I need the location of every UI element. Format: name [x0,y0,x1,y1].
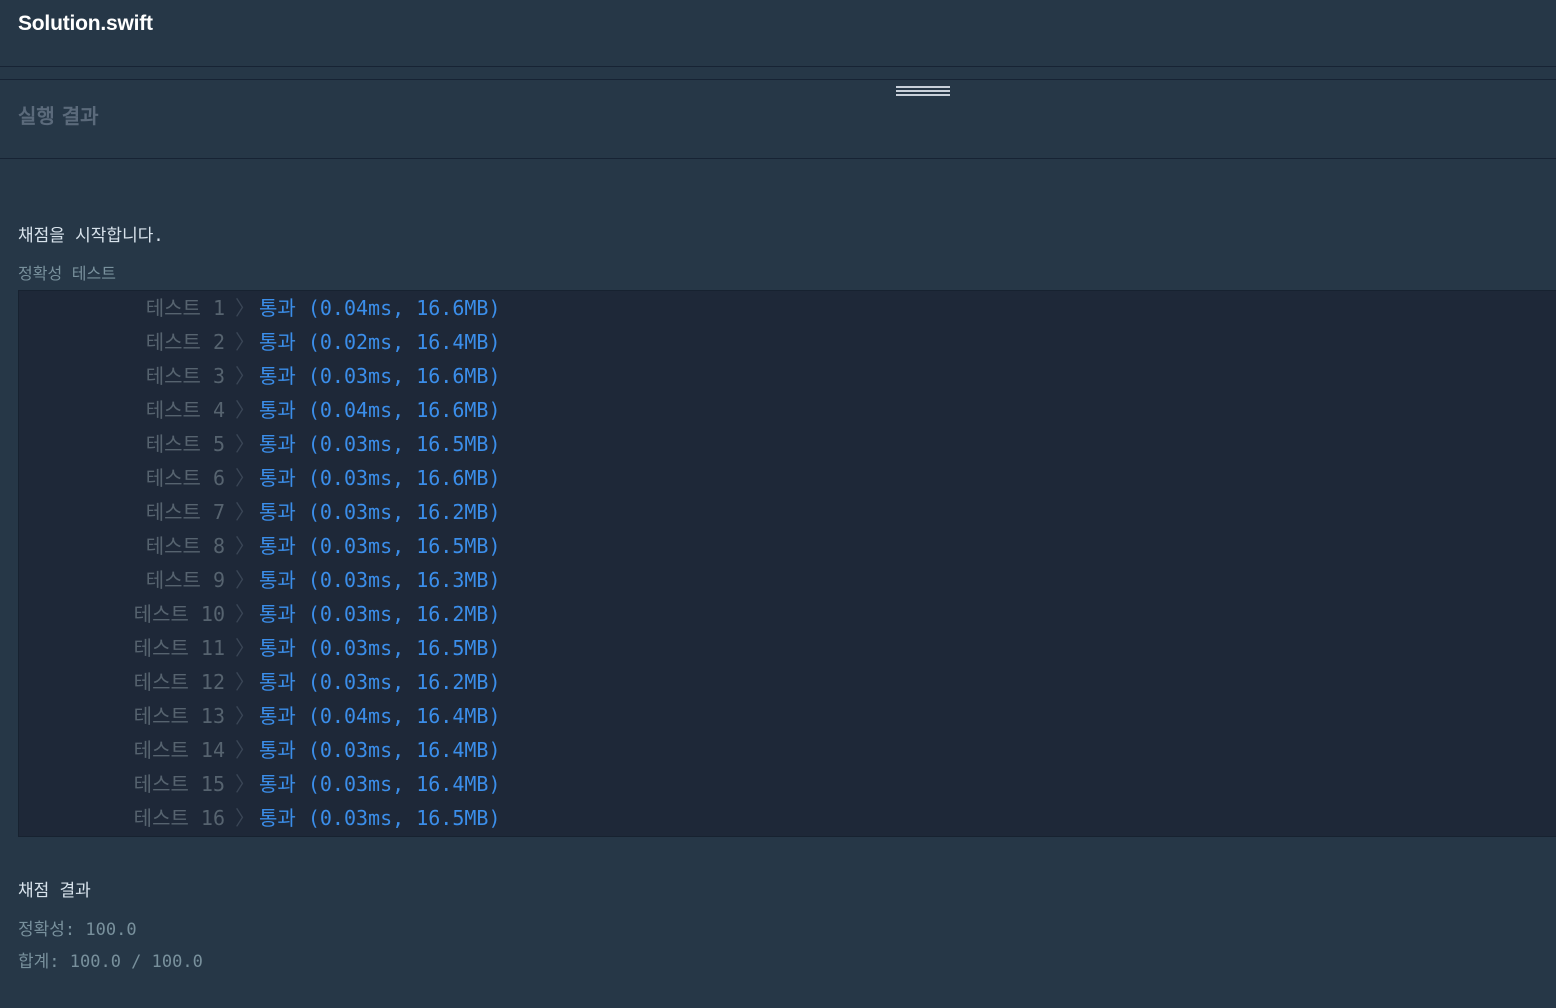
console-output: 채점을 시작합니다. 정확성 테스트 테스트 1 〉 통과 (0.04ms, 16.… [0,159,1556,1008]
test-status: 통과 (0.02ms, 16.4MB) [259,330,501,354]
test-result-row: 테스트 16 〉 통과 (0.03ms, 16.5MB) [19,801,1556,835]
chevron-right-icon: 〉 [235,364,255,388]
test-result-row: 테스트 3 〉 통과 (0.03ms, 16.6MB) [19,359,1556,393]
test-status: 통과 (0.03ms, 16.2MB) [259,670,501,694]
chevron-right-icon: 〉 [235,296,255,320]
test-status: 통과 (0.03ms, 16.6MB) [259,364,501,388]
chevron-right-icon: 〉 [235,534,255,558]
test-status: 통과 (0.03ms, 16.6MB) [259,466,501,490]
chevron-right-icon: 〉 [235,500,255,524]
test-status: 통과 (0.03ms, 16.4MB) [259,772,501,796]
test-label: 테스트 1 [145,296,225,320]
test-status: 통과 (0.03ms, 16.2MB) [259,500,501,524]
chevron-right-icon: 〉 [235,398,255,422]
chevron-right-icon: 〉 [235,466,255,490]
file-name-tab[interactable]: Solution.swift [18,12,153,36]
chevron-right-icon: 〉 [235,602,255,626]
test-result-row: 테스트 6 〉 통과 (0.03ms, 16.6MB) [19,461,1556,495]
test-label: 테스트 12 [133,670,225,694]
test-result-row: 테스트 8 〉 통과 (0.03ms, 16.5MB) [19,529,1556,563]
grading-start-message: 채점을 시작합니다. [18,226,164,246]
test-label: 테스트 14 [133,738,225,762]
test-result-row: 테스트 2 〉 통과 (0.02ms, 16.4MB) [19,325,1556,359]
test-status: 통과 (0.03ms, 16.5MB) [259,534,501,558]
chevron-right-icon: 〉 [235,432,255,456]
test-group-label: 정확성 테스트 [18,264,116,283]
test-status: 통과 (0.03ms, 16.5MB) [259,806,501,830]
test-status: 통과 (0.04ms, 16.4MB) [259,704,501,728]
summary-total: 합계: 100.0 / 100.0 [18,952,203,972]
chevron-right-icon: 〉 [235,330,255,354]
chevron-right-icon: 〉 [235,670,255,694]
test-status: 통과 (0.03ms, 16.3MB) [259,568,501,592]
chevron-right-icon: 〉 [235,738,255,762]
test-label: 테스트 13 [133,704,225,728]
test-label: 테스트 9 [145,568,225,592]
summary-accuracy: 정확성: 100.0 [18,920,137,940]
test-result-row: 테스트 13 〉 통과 (0.04ms, 16.4MB) [19,699,1556,733]
editor-header: Solution.swift [0,0,1556,67]
test-label: 테스트 2 [145,330,225,354]
result-panel-title: 실행 결과 [18,104,99,128]
test-label: 테스트 10 [133,602,225,626]
test-result-row: 테스트 12 〉 통과 (0.03ms, 16.2MB) [19,665,1556,699]
test-status: 통과 (0.03ms, 16.5MB) [259,432,501,456]
test-label: 테스트 7 [145,500,225,524]
test-label: 테스트 5 [145,432,225,456]
test-result-row: 테스트 1 〉 통과 (0.04ms, 16.6MB) [19,291,1556,325]
test-status: 통과 (0.03ms, 16.4MB) [259,738,501,762]
test-label: 테스트 15 [133,772,225,796]
test-result-row: 테스트 4 〉 통과 (0.04ms, 16.6MB) [19,393,1556,427]
test-result-row: 테스트 9 〉 통과 (0.03ms, 16.3MB) [19,563,1556,597]
test-status: 통과 (0.03ms, 16.5MB) [259,636,501,660]
split-gap [0,67,1556,79]
test-result-row: 테스트 10 〉 통과 (0.03ms, 16.2MB) [19,597,1556,631]
result-panel-header: 실행 결과 [0,79,1556,159]
resize-handle-icon[interactable] [896,84,950,98]
chevron-right-icon: 〉 [235,806,255,830]
test-label: 테스트 11 [133,636,225,660]
test-results-list: 테스트 1 〉 통과 (0.04ms, 16.6MB) 테스트 2 〉 통과 (0.02m… [18,290,1556,837]
test-result-row: 테스트 11 〉 통과 (0.03ms, 16.5MB) [19,631,1556,665]
test-label: 테스트 4 [145,398,225,422]
chevron-right-icon: 〉 [235,704,255,728]
chevron-right-icon: 〉 [235,636,255,660]
test-status: 통과 (0.04ms, 16.6MB) [259,296,501,320]
summary-title: 채점 결과 [18,881,91,901]
test-label: 테스트 16 [133,806,225,830]
chevron-right-icon: 〉 [235,568,255,592]
test-result-row: 테스트 7 〉 통과 (0.03ms, 16.2MB) [19,495,1556,529]
test-result-row: 테스트 14 〉 통과 (0.03ms, 16.4MB) [19,733,1556,767]
test-label: 테스트 8 [145,534,225,558]
chevron-right-icon: 〉 [235,772,255,796]
test-result-row: 테스트 15 〉 통과 (0.03ms, 16.4MB) [19,767,1556,801]
test-status: 통과 (0.03ms, 16.2MB) [259,602,501,626]
test-label: 테스트 6 [145,466,225,490]
test-label: 테스트 3 [145,364,225,388]
test-result-row: 테스트 5 〉 통과 (0.03ms, 16.5MB) [19,427,1556,461]
test-status: 통과 (0.04ms, 16.6MB) [259,398,501,422]
